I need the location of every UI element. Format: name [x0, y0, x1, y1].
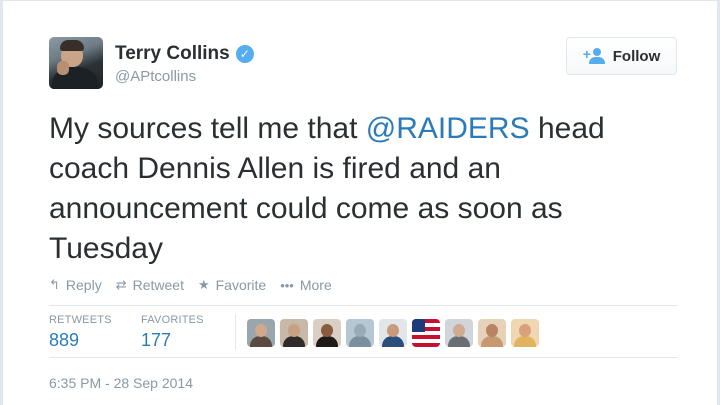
- retweets-count[interactable]: 889: [49, 330, 79, 351]
- mention-link[interactable]: @RAIDERS: [366, 112, 530, 145]
- favoriter-avatar[interactable]: [379, 319, 407, 347]
- follow-button[interactable]: + Follow: [566, 37, 677, 75]
- retweets-label[interactable]: RETWEETS: [49, 314, 112, 326]
- favorite-action[interactable]: ★ Favorite: [198, 277, 266, 293]
- more-action[interactable]: ••• More: [280, 277, 332, 293]
- tweet-actions: ↰ Reply ⇄ Retweet ★ Favorite ••• More: [49, 275, 332, 295]
- favoriter-avatar[interactable]: [511, 319, 539, 347]
- favorites-count[interactable]: 177: [141, 330, 171, 351]
- verified-check-icon: ✓: [235, 45, 254, 63]
- retweet-icon: ⇄: [115, 277, 127, 292]
- star-icon: ★: [197, 277, 210, 292]
- divider-bottom: [49, 357, 677, 358]
- avatar-hair: [60, 40, 84, 51]
- author-name-text[interactable]: Terry Collins: [115, 43, 230, 65]
- divider-top: [49, 305, 677, 306]
- favoriter-avatar[interactable]: [412, 319, 440, 347]
- follow-person-icon: +: [583, 46, 605, 64]
- tweet-card: Terry Collins ✓ @APtcollins + Follow My …: [0, 0, 720, 405]
- favoriter-avatar[interactable]: [445, 319, 473, 347]
- follow-button-label: Follow: [612, 47, 661, 65]
- reply-icon: ↰: [49, 277, 60, 292]
- favoriter-avatars: [247, 319, 539, 347]
- tweet-text-before: My sources tell me that: [49, 112, 366, 145]
- reply-label: Reply: [65, 277, 102, 293]
- favoriter-avatar[interactable]: [313, 319, 341, 347]
- retweet-label: Retweet: [132, 277, 184, 293]
- favoriter-avatar[interactable]: [346, 319, 374, 347]
- favoriter-avatar[interactable]: [478, 319, 506, 347]
- favorites-label[interactable]: FAVORITES: [141, 314, 204, 326]
- more-dots-icon: •••: [280, 277, 294, 293]
- stats-separator: [235, 314, 236, 350]
- favoriter-avatar[interactable]: [280, 319, 308, 347]
- more-label: More: [299, 277, 332, 293]
- tweet-text: My sources tell me that @RAIDERS head co…: [49, 109, 669, 269]
- tweet-timestamp[interactable]: 6:35 PM - 28 Sep 2014: [49, 375, 193, 391]
- reply-action[interactable]: ↰ Reply: [49, 277, 102, 293]
- retweet-action[interactable]: ⇄ Retweet: [116, 277, 184, 293]
- author-handle[interactable]: @APtcollins: [115, 68, 196, 85]
- favoriter-avatar[interactable]: [247, 319, 275, 347]
- author-avatar[interactable]: [49, 37, 103, 89]
- author-name[interactable]: Terry Collins ✓: [115, 43, 254, 65]
- favorite-label: Favorite: [215, 277, 267, 293]
- avatar-hand: [57, 61, 69, 75]
